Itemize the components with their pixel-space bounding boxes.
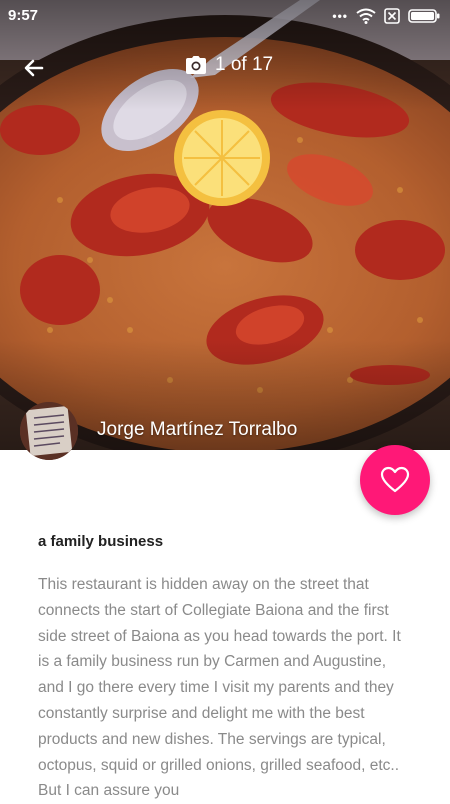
wifi-icon xyxy=(356,8,376,24)
photo-count-text: 1 of 17 xyxy=(215,54,274,75)
app-bar: 1 of 17 xyxy=(0,40,450,92)
camera-icon xyxy=(186,56,206,74)
review-title: a family business xyxy=(38,533,164,550)
back-button[interactable] xyxy=(14,48,54,88)
more-dots-icon: ••• xyxy=(332,9,348,23)
avatar-image xyxy=(20,402,78,460)
review-body: This restaurant is hidden away on the st… xyxy=(38,576,401,800)
status-icons: ••• xyxy=(332,8,440,24)
photo-counter[interactable]: 1 of 17 xyxy=(185,54,273,76)
author-name[interactable]: Jorge Martínez Torralbo xyxy=(97,419,297,441)
favorite-button[interactable] xyxy=(360,445,430,515)
battery-icon xyxy=(408,9,440,23)
status-bar: 9:57 ••• xyxy=(0,0,450,32)
status-time: 9:57 xyxy=(8,7,39,24)
arrow-left-icon xyxy=(24,59,44,77)
heart-outline-icon xyxy=(380,466,410,493)
avatar[interactable] xyxy=(20,402,78,460)
no-sim-icon xyxy=(384,8,400,24)
author-row[interactable]: Jorge Martínez Torralbo xyxy=(20,402,297,460)
